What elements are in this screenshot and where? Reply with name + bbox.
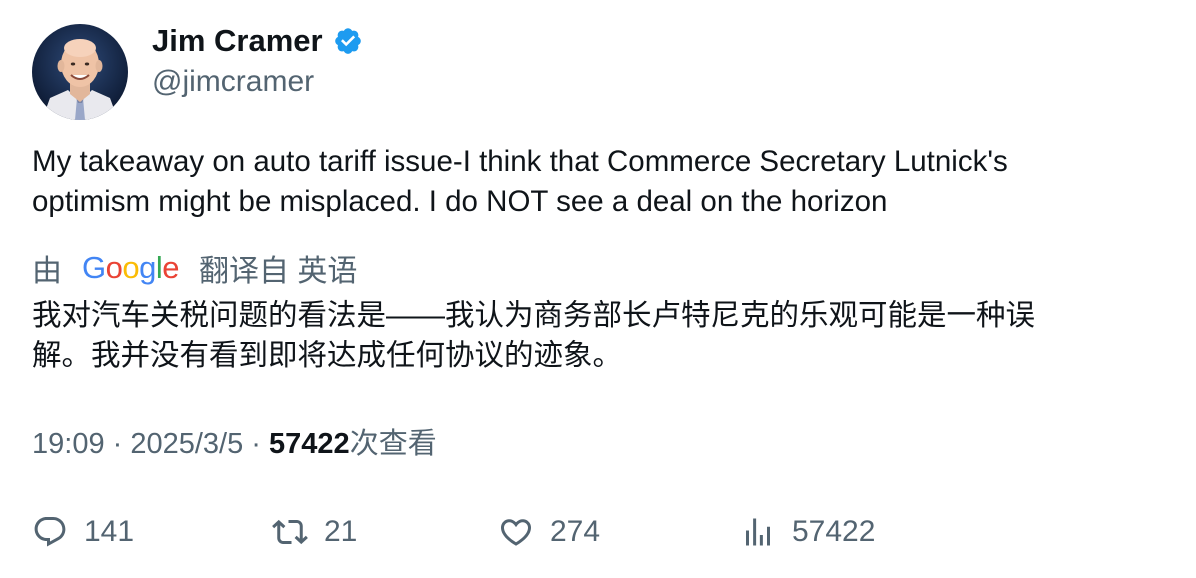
tweet-text: My takeaway on auto tariff issue-I think… [32, 145, 1008, 218]
analytics-icon [746, 518, 770, 546]
verified-badge-icon[interactable] [333, 26, 363, 56]
retweet-button[interactable]: 21 [272, 508, 357, 556]
retweet-count: 21 [324, 515, 358, 548]
meta-separator: · [243, 428, 270, 460]
translation-suffix: 翻译自 英语 [199, 255, 358, 288]
tweet-card: Jim Cramer @jimcramer My takeaway on aut… [0, 0, 1196, 578]
views-label: 次查看 [349, 428, 437, 460]
google-logo: Google [82, 250, 180, 285]
author-display-name[interactable]: Jim Cramer [152, 22, 323, 60]
action-bar: 141 21 274 57422 [32, 508, 1182, 556]
avatar[interactable] [32, 24, 128, 120]
retweet-icon [272, 519, 308, 545]
translation-prefix: 由 [32, 255, 62, 288]
views-action-count: 57422 [792, 515, 876, 548]
reply-button[interactable]: 141 [32, 508, 134, 556]
author-name[interactable]: Jim Cramer [152, 22, 363, 60]
author-handle[interactable]: @jimcramer [152, 63, 314, 101]
tweet-meta: 19:09 · 2025/3/5 · 57422次查看 [32, 424, 437, 464]
views-button[interactable]: 57422 [740, 508, 875, 556]
tweet-time[interactable]: 19:09 [32, 428, 105, 460]
translated-text: 我对汽车关税问题的看法是——我认为商务部长卢特尼克的乐观可能是一种误 解。我并没… [32, 299, 1036, 372]
views-count: 57422 [269, 428, 350, 460]
translation-attribution: 由 Google 翻译自 英语 [32, 248, 357, 288]
meta-separator: · [104, 428, 131, 460]
reply-icon [34, 517, 66, 547]
like-button[interactable]: 274 [498, 508, 600, 556]
tweet-date[interactable]: 2025/3/5 [130, 428, 243, 460]
reply-count: 141 [84, 515, 135, 548]
heart-icon [500, 519, 532, 546]
like-count: 274 [550, 515, 601, 548]
avatar-photo [32, 24, 128, 120]
